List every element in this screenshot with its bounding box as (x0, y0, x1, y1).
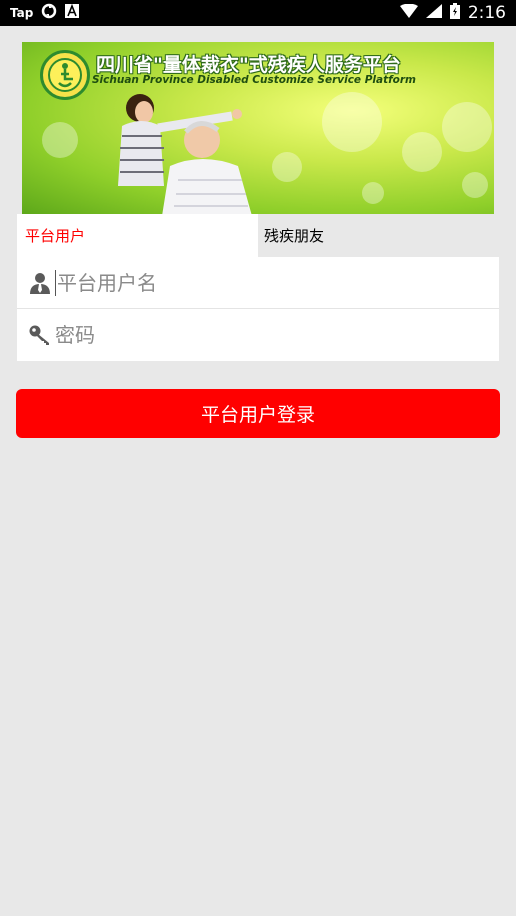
app-label: Tap (10, 6, 34, 20)
login-button[interactable]: 平台用户登录 (16, 389, 500, 438)
font-icon (65, 3, 80, 22)
status-bar-right: 2:16 (399, 3, 506, 23)
text-cursor (55, 269, 56, 296)
battery-icon (449, 3, 460, 23)
banner-title: 四川省"量体裁衣"式残疾人服务平台 (96, 54, 401, 76)
username-input[interactable] (57, 270, 477, 295)
tab-disabled-friends[interactable]: 残疾朋友 (258, 214, 499, 257)
sync-icon (41, 3, 57, 23)
person-icon (29, 271, 51, 295)
banner-image: 四川省"量体裁衣"式残疾人服务平台 Sichuan Province Disab… (22, 42, 494, 214)
tab-platform-user[interactable]: 平台用户 (17, 214, 258, 257)
login-form (17, 257, 499, 361)
wifi-icon (399, 3, 418, 22)
banner-subtitle: Sichuan Province Disabled Customize Serv… (92, 74, 416, 86)
status-bar: Tap 2:16 (0, 0, 516, 26)
password-row (17, 309, 499, 361)
password-input[interactable] (55, 323, 475, 347)
login-type-tabs: 平台用户 残疾朋友 (17, 214, 499, 257)
tab-label: 平台用户 (25, 227, 86, 245)
key-icon (29, 323, 51, 347)
status-bar-left: Tap (10, 3, 80, 23)
username-row (17, 257, 499, 309)
signal-icon (425, 4, 442, 22)
tab-label: 残疾朋友 (264, 227, 325, 245)
status-time: 2:16 (467, 3, 506, 23)
people-illustration (118, 94, 252, 214)
